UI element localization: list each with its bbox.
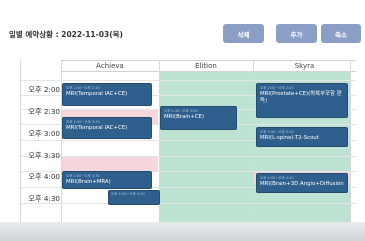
reservation-title: MRI(L-spine)-T2-Scout — [260, 135, 319, 141]
screen: 일별 예약상황 : 2022-11-03(목) 삭제 추가 축소 Achieva… — [0, 0, 365, 223]
page-title: 일별 예약상황 : 2022-11-03(목) — [9, 30, 123, 39]
time-label: 오후 2:00 — [28, 85, 60, 94]
column-divider — [253, 60, 254, 222]
reservation-block[interactable]: 오후 2:00~오후 2:40 MRI(Temporal IAC+CE) — [62, 83, 152, 106]
reservation-block[interactable]: 오후 2:30~오후 3:00 MRI(Brain+CE) — [160, 106, 237, 130]
reservation-title: MRI(Brain+3D Angio+Diffusion — [260, 181, 344, 187]
column-divider — [350, 60, 351, 222]
reservation-title: MRI(Brain+MRA) — [66, 179, 111, 185]
schedule-grid: Achieva Elition Skyra 오후 2:00~오후 2:40 MR… — [20, 60, 356, 222]
time-label: 오후 2:30 — [28, 107, 60, 116]
monitor-bezel — [0, 222, 365, 241]
reservation-block[interactable]: 오후 4:20~오후 4:40 — [108, 190, 160, 205]
time-label: 오후 3:30 — [28, 151, 60, 160]
reservation-block[interactable]: 오후 4:00~오후 4:30 MRI(Brain+MRA) — [62, 171, 152, 189]
reservation-time: 오후 4:20~오후 4:40 — [111, 192, 145, 196]
column-header-skyra: Skyra — [253, 60, 356, 72]
time-label: 오후 4:00 — [28, 172, 60, 181]
reservation-title: MRI(Brain+CE) — [164, 114, 205, 120]
column-header-achieva: Achieva — [61, 60, 159, 72]
row-divider — [21, 156, 356, 157]
reservation-block[interactable]: 오후 2:00~오후 2:40 MRI(Prostate+CE)(하복부포함 판… — [256, 83, 348, 118]
row-divider — [21, 80, 356, 81]
blocked-slot — [61, 156, 158, 171]
reservation-title: MRI(Prostate+CE)(하복부포함 판독) — [260, 91, 342, 104]
column-header-elition: Elition — [159, 60, 253, 72]
reservation-title: MRI(Temporal IAC+CE) — [66, 125, 128, 131]
shrink-button[interactable]: 축소 — [321, 24, 361, 43]
reservation-title: MRI(Temporal IAC+CE) — [66, 91, 128, 97]
time-label: 오후 3:00 — [28, 129, 60, 138]
delete-button[interactable]: 삭제 — [223, 24, 264, 43]
add-button[interactable]: 추가 — [276, 24, 317, 43]
reservation-block[interactable]: 오후 4:00~오후 4:40 MRI(Brain+3D Angio+Diffu… — [256, 173, 348, 193]
reservation-block[interactable]: 오후 3:00~오후 3:30 MRI(L-spine)-T2-Scout — [256, 127, 348, 147]
reservation-block[interactable]: 오후 2:50~오후 3:30 MRI(Temporal IAC+CE) — [62, 117, 152, 139]
time-label: 오후 4:30 — [28, 194, 60, 203]
row-divider — [21, 203, 356, 204]
